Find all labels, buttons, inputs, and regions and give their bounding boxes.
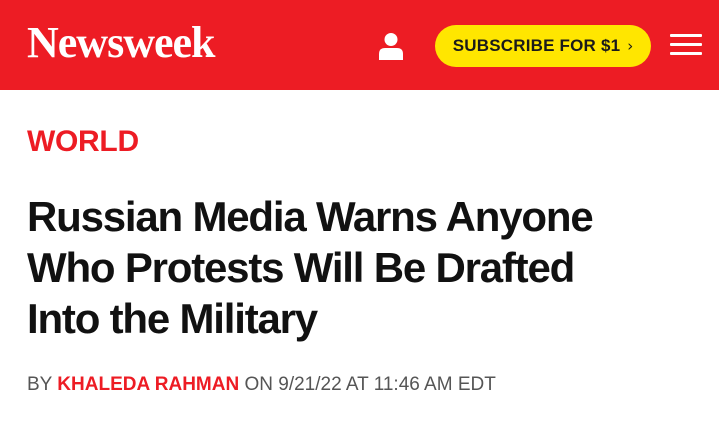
subscribe-button[interactable]: SUBSCRIBE FOR $1 › (435, 25, 651, 67)
chevron-right-icon: › (627, 36, 634, 55)
byline: BY KHALEDA RAHMAN ON 9/21/22 AT 11:46 AM… (27, 373, 496, 397)
publish-date: ON 9/21/22 AT 11:46 AM EDT (244, 374, 496, 395)
hamburger-menu-icon[interactable] (670, 34, 702, 56)
headline-line: Russian Media Warns Anyone (27, 193, 594, 240)
byline-prefix: BY (27, 374, 53, 395)
article-headline: Russian Media Warns Anyone Who Protests … (27, 191, 697, 344)
headline-line: Into the Military (27, 295, 318, 342)
user-icon[interactable] (378, 32, 404, 60)
section-label[interactable]: WORLD (27, 124, 139, 160)
headline-line: Who Protests Will Be Drafted (27, 244, 575, 291)
newsweek-logo[interactable]: Newsweek (27, 18, 216, 68)
subscribe-button-label: SUBSCRIBE FOR $1 (452, 36, 621, 55)
site-header: Newsweek SUBSCRIBE FOR $1 › (0, 0, 719, 90)
author-link[interactable]: KHALEDA RAHMAN (57, 374, 239, 395)
